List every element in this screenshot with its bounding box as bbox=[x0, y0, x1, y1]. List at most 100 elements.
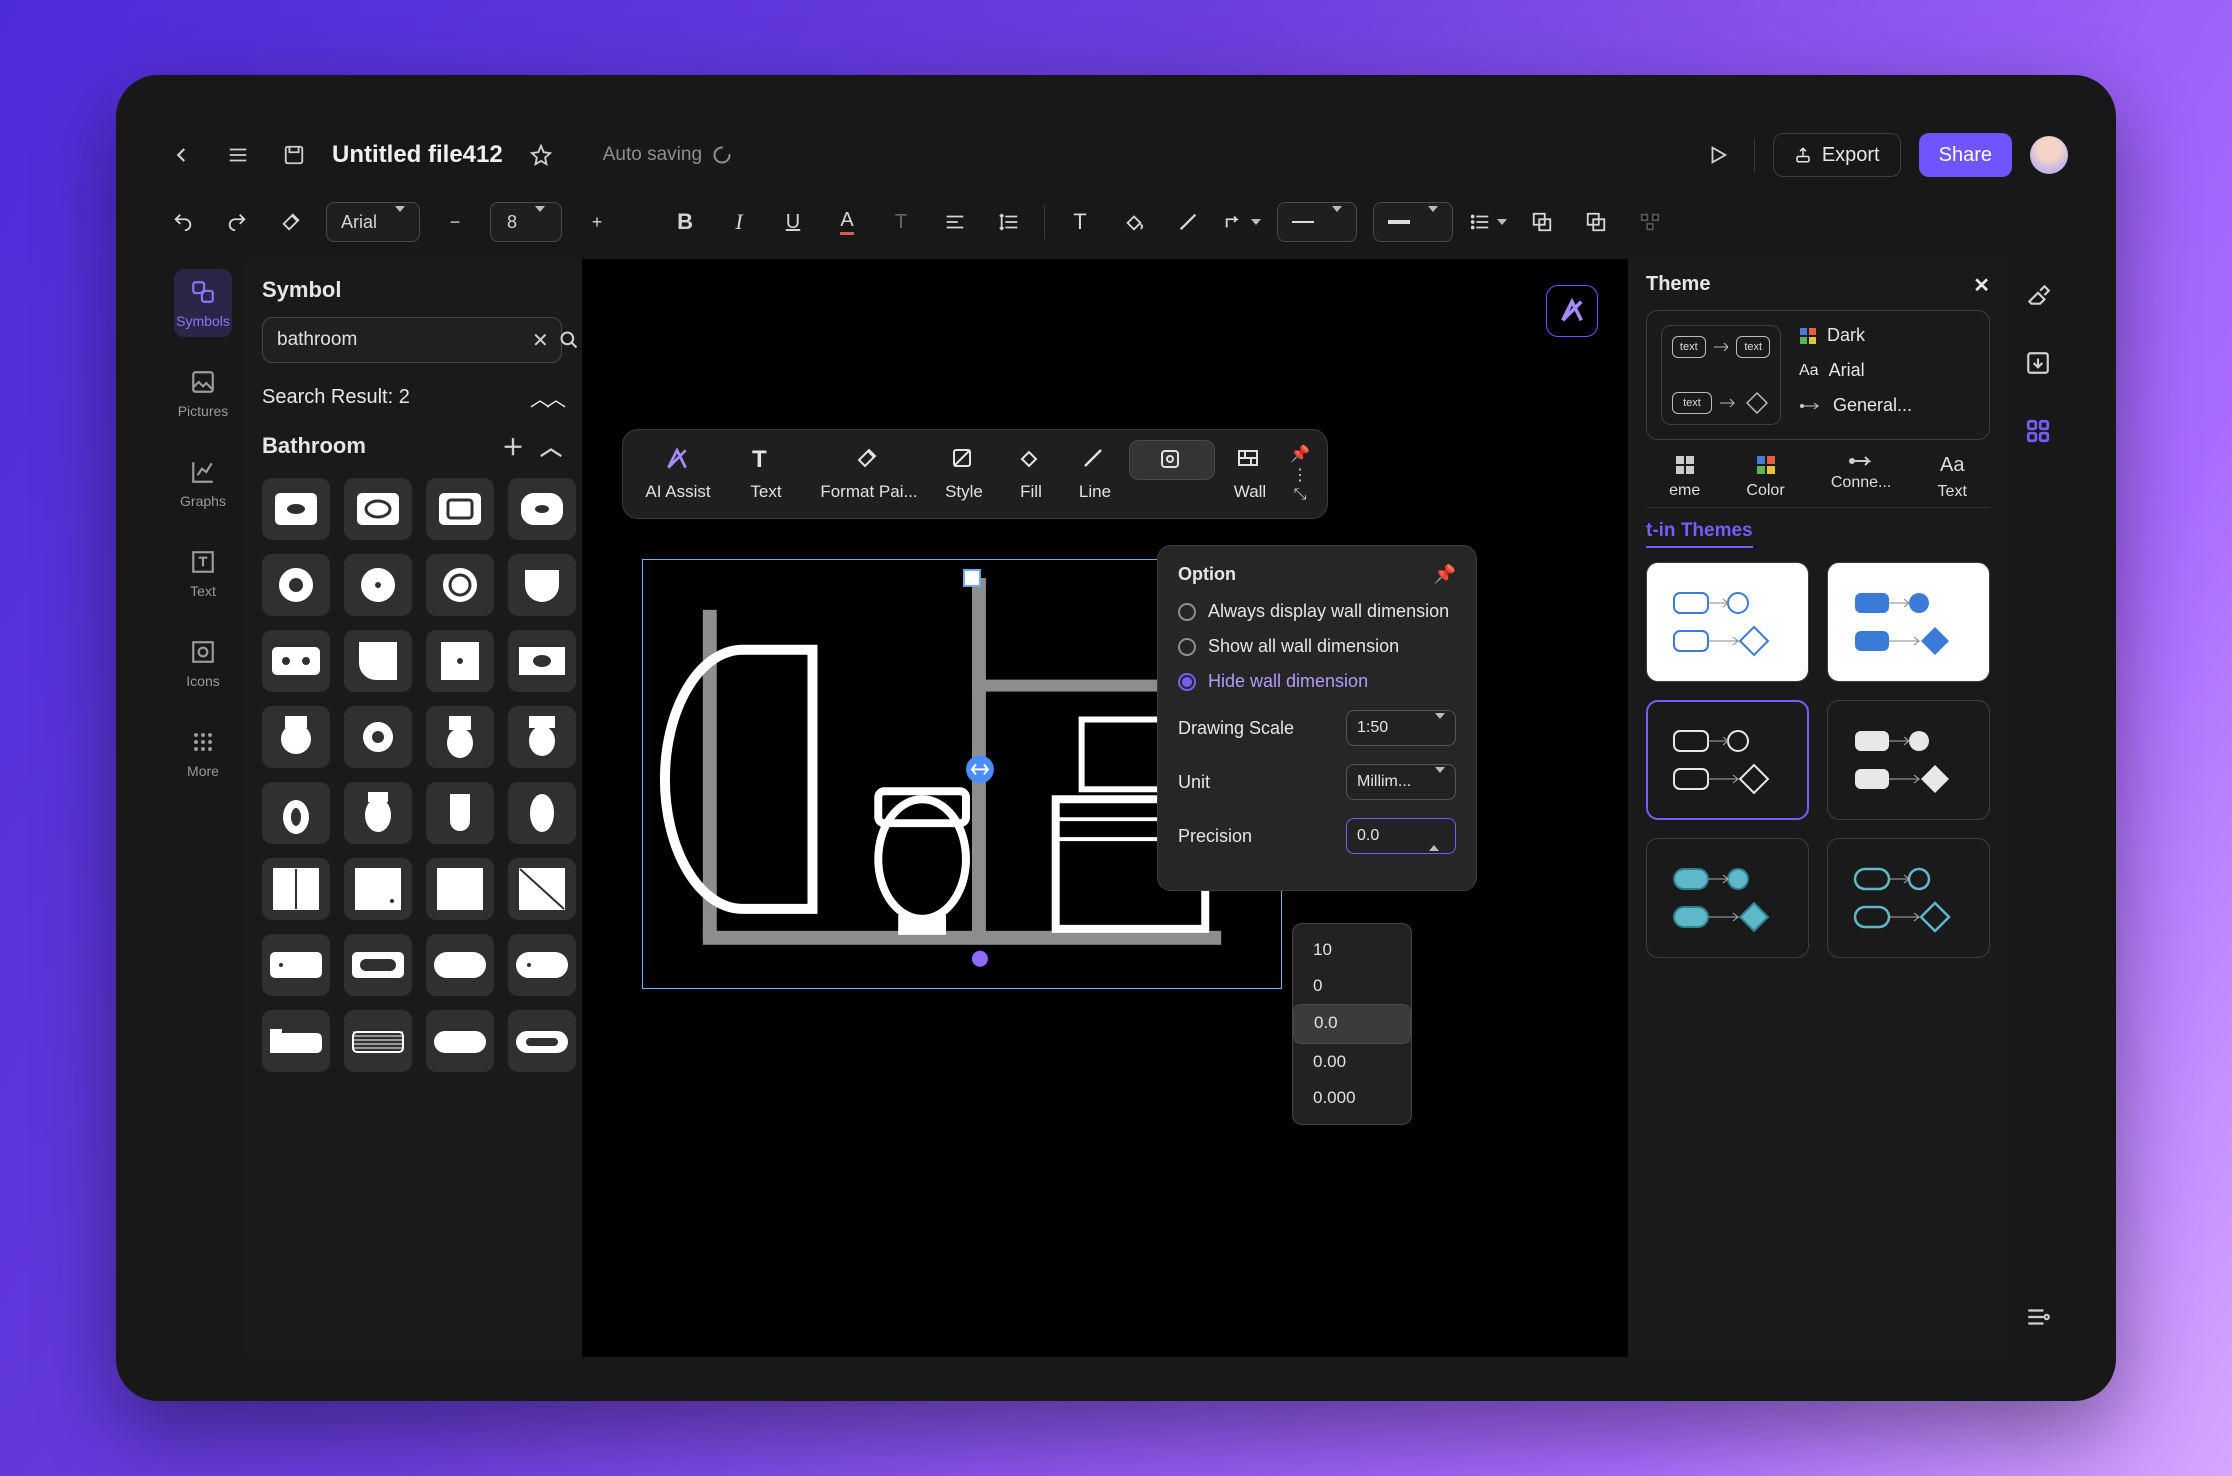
chevron-up-icon[interactable]: ︿ bbox=[540, 430, 562, 462]
radio-always[interactable]: Always display wall dimension bbox=[1178, 601, 1456, 622]
symbol-search[interactable]: ✕ bbox=[262, 317, 562, 363]
symbol-sink-3[interactable] bbox=[426, 478, 494, 540]
fill-button[interactable] bbox=[1115, 203, 1153, 241]
symbol-tile-1[interactable] bbox=[262, 858, 330, 920]
precision-select[interactable]: 0.0 bbox=[1346, 818, 1456, 854]
symbol-basin-2[interactable] bbox=[344, 554, 412, 616]
layer-back-button[interactable] bbox=[1523, 203, 1561, 241]
import-icon[interactable] bbox=[2022, 347, 2054, 379]
radio-show-all[interactable]: Show all wall dimension bbox=[1178, 636, 1456, 657]
italic-button[interactable]: I bbox=[720, 203, 758, 241]
connector-button[interactable] bbox=[1223, 203, 1261, 241]
rail-icons[interactable]: Icons bbox=[174, 629, 232, 697]
symbol-basin-4[interactable] bbox=[508, 554, 576, 616]
font-color-button[interactable]: A bbox=[828, 203, 866, 241]
ft-option[interactable]: Option bbox=[1129, 440, 1215, 480]
precision-opt-0.000[interactable]: 0.000 bbox=[1293, 1080, 1411, 1116]
rail-graphs[interactable]: Graphs bbox=[174, 449, 232, 517]
distribute-button[interactable] bbox=[1631, 203, 1669, 241]
symbol-bath-1[interactable] bbox=[262, 934, 330, 996]
symbol-tub-3[interactable] bbox=[426, 1010, 494, 1072]
symbol-urinal-2[interactable] bbox=[508, 782, 576, 844]
canvas[interactable]: AI Assist TText Format Pai... Style Fill… bbox=[582, 259, 1628, 1357]
precision-opt-0.0[interactable]: 0.0 bbox=[1293, 1004, 1411, 1044]
precision-opt-10[interactable]: 10 bbox=[1293, 932, 1411, 968]
font-select[interactable]: Arial bbox=[326, 202, 420, 242]
symbol-toilet-top-4[interactable] bbox=[508, 706, 576, 768]
rail-text[interactable]: Text bbox=[174, 539, 232, 607]
theme-tile-1[interactable] bbox=[1646, 562, 1809, 682]
bold-button[interactable]: B bbox=[666, 203, 704, 241]
symbol-tile-3[interactable] bbox=[426, 858, 494, 920]
back-button[interactable] bbox=[164, 137, 200, 173]
symbol-tile-4[interactable] bbox=[508, 858, 576, 920]
text-effect-button[interactable]: T bbox=[882, 203, 920, 241]
redo-button[interactable] bbox=[218, 203, 256, 241]
symbol-basin-3[interactable] bbox=[426, 554, 494, 616]
rail-pictures[interactable]: Pictures bbox=[174, 359, 232, 427]
ai-badge[interactable] bbox=[1546, 285, 1598, 337]
tab-theme[interactable]: eme bbox=[1669, 454, 1700, 501]
symbol-tub-1[interactable] bbox=[262, 1010, 330, 1072]
theme-tile-4[interactable] bbox=[1827, 700, 1990, 820]
theme-tile-5[interactable] bbox=[1646, 838, 1809, 958]
ft-style[interactable]: Style bbox=[929, 440, 999, 508]
symbol-double-sink[interactable] bbox=[262, 630, 330, 692]
symbol-bidet-2[interactable] bbox=[344, 782, 412, 844]
symbol-corner-shower[interactable] bbox=[344, 630, 412, 692]
search-input[interactable] bbox=[277, 329, 522, 351]
precision-opt-0[interactable]: 0 bbox=[1293, 968, 1411, 1004]
settings-list-icon[interactable] bbox=[2022, 1301, 2054, 1333]
font-increase[interactable]: + bbox=[578, 203, 616, 241]
format-painter-icon[interactable] bbox=[272, 203, 310, 241]
theme-tile-2[interactable] bbox=[1827, 562, 1990, 682]
symbol-bath-4[interactable] bbox=[508, 934, 576, 996]
symbol-tile-2[interactable] bbox=[344, 858, 412, 920]
symbol-toilet-top-2[interactable] bbox=[344, 706, 412, 768]
apps-icon[interactable] bbox=[2022, 415, 2054, 447]
theme-tile-6[interactable] bbox=[1827, 838, 1990, 958]
align-button[interactable] bbox=[936, 203, 974, 241]
list-button[interactable] bbox=[1469, 203, 1507, 241]
user-avatar[interactable] bbox=[2030, 136, 2068, 174]
theme-tile-3[interactable] bbox=[1646, 700, 1809, 820]
precision-opt-0.00[interactable]: 0.00 bbox=[1293, 1044, 1411, 1080]
save-icon[interactable] bbox=[276, 137, 312, 173]
undo-button[interactable] bbox=[164, 203, 202, 241]
rail-more[interactable]: More bbox=[174, 719, 232, 787]
export-button[interactable]: Export bbox=[1773, 133, 1901, 177]
star-icon[interactable] bbox=[523, 137, 559, 173]
add-icon[interactable]: ＋ bbox=[502, 430, 524, 462]
play-button[interactable] bbox=[1700, 137, 1736, 173]
menu-button[interactable] bbox=[220, 137, 256, 173]
line-spacing-button[interactable] bbox=[990, 203, 1028, 241]
unit-select[interactable]: Millim... bbox=[1346, 764, 1456, 800]
scale-select[interactable]: 1:50 bbox=[1346, 710, 1456, 746]
search-icon[interactable] bbox=[559, 330, 579, 350]
rail-symbols[interactable]: Symbols bbox=[174, 269, 232, 337]
symbol-basin-1[interactable] bbox=[262, 554, 330, 616]
file-title[interactable]: Untitled file412 bbox=[332, 141, 503, 169]
ft-more[interactable]: 📌⋮⤡ bbox=[1285, 440, 1315, 508]
symbol-sink-1[interactable] bbox=[262, 478, 330, 540]
underline-button[interactable]: U bbox=[774, 203, 812, 241]
symbol-shower-square[interactable] bbox=[426, 630, 494, 692]
symbol-vanity[interactable] bbox=[508, 630, 576, 692]
ft-ai[interactable]: AI Assist bbox=[635, 440, 721, 508]
symbol-sink-2[interactable] bbox=[344, 478, 412, 540]
tab-color[interactable]: Color bbox=[1746, 454, 1784, 501]
symbol-toilet-top-3[interactable] bbox=[426, 706, 494, 768]
pin-icon[interactable]: 📌 bbox=[1434, 564, 1456, 585]
eraser-icon[interactable] bbox=[2022, 279, 2054, 311]
font-decrease[interactable]: − bbox=[436, 203, 474, 241]
collapse-icon[interactable]: ︿︿ bbox=[530, 383, 562, 412]
symbol-bath-2[interactable] bbox=[344, 934, 412, 996]
symbol-tub-2[interactable] bbox=[344, 1010, 412, 1072]
tab-text[interactable]: AaText bbox=[1938, 454, 1967, 501]
radio-hide[interactable]: Hide wall dimension bbox=[1178, 671, 1456, 692]
ft-text[interactable]: TText bbox=[723, 440, 809, 508]
symbol-urinal-1[interactable] bbox=[426, 782, 494, 844]
layer-front-button[interactable] bbox=[1577, 203, 1615, 241]
symbol-bidet-1[interactable] bbox=[262, 782, 330, 844]
font-size-select[interactable]: 8 bbox=[490, 202, 562, 242]
